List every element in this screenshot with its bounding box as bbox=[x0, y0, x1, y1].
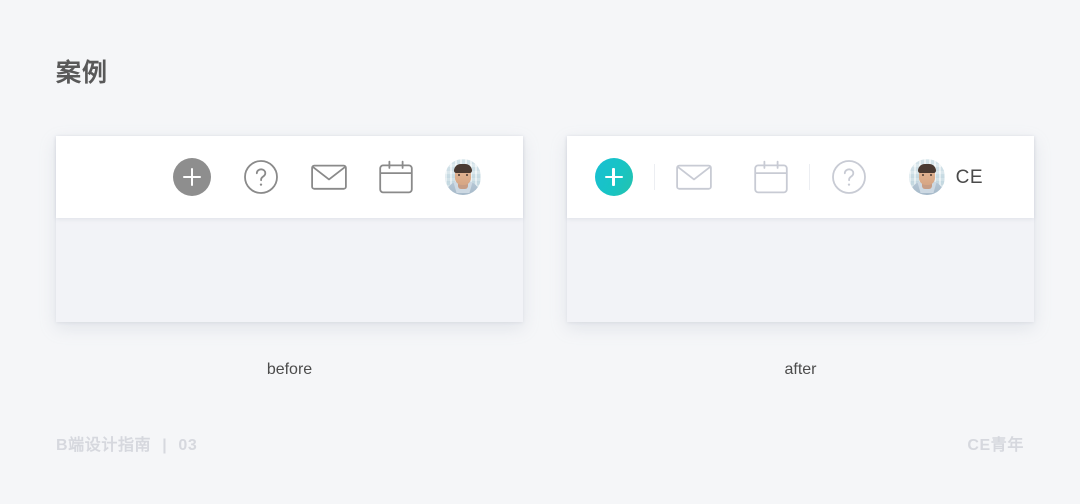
toolbar-before bbox=[56, 136, 523, 218]
plus-icon bbox=[594, 158, 633, 196]
user-avatar[interactable] bbox=[445, 159, 481, 195]
footer-left: B端设计指南 | 03 bbox=[56, 434, 197, 458]
caption-after: after bbox=[784, 361, 817, 378]
mail-button[interactable] bbox=[311, 162, 347, 192]
mail-button[interactable] bbox=[675, 162, 712, 192]
caption-before: before bbox=[266, 361, 313, 378]
example-card-before bbox=[56, 136, 523, 322]
add-button[interactable] bbox=[173, 158, 211, 196]
card-body-after bbox=[567, 218, 1034, 322]
divider-icon bbox=[808, 164, 810, 190]
question-circle-icon bbox=[831, 160, 866, 194]
footer-page-number: 03 bbox=[178, 437, 198, 454]
avatar-icon bbox=[445, 159, 481, 195]
toolbar-after: CE bbox=[567, 136, 1034, 218]
card-body-before bbox=[56, 218, 523, 322]
envelope-icon bbox=[311, 164, 347, 190]
calendar-button[interactable] bbox=[753, 160, 788, 194]
calendar-button[interactable] bbox=[379, 160, 413, 194]
user-name-label: CE bbox=[955, 166, 983, 188]
user-menu[interactable]: CE bbox=[908, 159, 983, 195]
plus-icon bbox=[173, 158, 211, 196]
calendar-icon bbox=[753, 160, 788, 194]
example-card-after: CE bbox=[567, 136, 1034, 322]
avatar-icon bbox=[908, 159, 945, 195]
footer-separator: | bbox=[162, 437, 168, 454]
footer-brand: CE青年 bbox=[967, 437, 1024, 454]
help-button[interactable] bbox=[831, 159, 867, 195]
add-button[interactable] bbox=[594, 158, 633, 196]
divider-icon bbox=[653, 164, 655, 190]
footer-series-title: B端设计指南 bbox=[56, 437, 152, 454]
question-circle-icon bbox=[244, 160, 278, 194]
help-button[interactable] bbox=[243, 159, 279, 195]
envelope-icon bbox=[675, 164, 712, 190]
calendar-icon bbox=[379, 160, 413, 194]
page-title: 案例 bbox=[56, 59, 109, 87]
